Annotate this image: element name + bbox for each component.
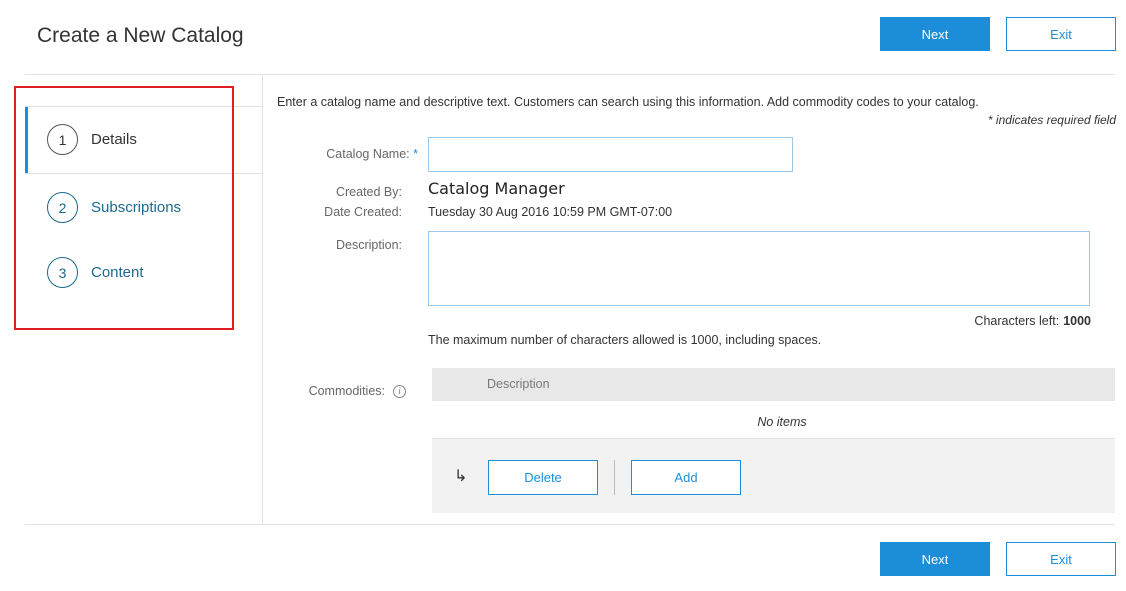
step-details[interactable]: 1 Details	[47, 124, 137, 155]
step-divider-bottom	[25, 173, 262, 174]
footer-divider	[25, 524, 1115, 525]
step-label: Subscriptions	[91, 199, 182, 216]
step-label: Content	[91, 264, 144, 281]
info-icon[interactable]: i	[393, 384, 406, 398]
step-label: Details	[91, 131, 137, 148]
description-label: Description:	[336, 238, 402, 252]
step-number-circle: 3	[47, 257, 78, 288]
commodities-label-text: Commodities:	[308, 384, 385, 398]
characters-left-label: Characters left:	[974, 314, 1060, 328]
description-textarea[interactable]	[428, 231, 1090, 306]
characters-left-count: 1000	[1063, 314, 1091, 328]
table-action-bar: ↳ Delete Add	[432, 439, 1115, 513]
required-field-note: * indicates required field	[987, 113, 1116, 127]
step-subscriptions[interactable]: 2 Subscriptions	[47, 192, 181, 223]
intro-text: Enter a catalog name and descriptive tex…	[277, 95, 979, 109]
commodities-table-header: Description	[432, 368, 1115, 401]
commodities-label: Commodities: i	[309, 384, 406, 398]
max-characters-note: The maximum number of characters allowed…	[428, 333, 822, 347]
step-number-circle: 1	[47, 124, 78, 155]
created-by-label: Created By:	[335, 185, 402, 199]
page-title: Create a New Catalog	[37, 24, 244, 47]
action-separator	[614, 460, 615, 495]
active-step-indicator	[25, 107, 28, 173]
step-number-circle: 2	[47, 192, 78, 223]
header-divider	[25, 74, 1115, 75]
required-star: *	[413, 147, 418, 161]
footer-next-button[interactable]: Next	[880, 542, 990, 576]
step-content[interactable]: 3 Content	[47, 257, 144, 288]
catalog-name-input[interactable]	[428, 137, 793, 172]
sub-arrow-icon: ↳	[454, 468, 468, 485]
empty-table-message: No items	[757, 415, 807, 429]
date-created-label: Date Created:	[324, 205, 402, 219]
sidebar-divider	[262, 74, 263, 524]
footer-exit-button[interactable]: Exit	[1006, 542, 1116, 576]
catalog-name-label-text: Catalog Name:	[326, 147, 410, 161]
catalog-name-label: Catalog Name: *	[326, 147, 418, 161]
delete-button[interactable]: Delete	[488, 460, 598, 495]
add-button[interactable]: Add	[631, 460, 741, 495]
date-created-value: Tuesday 30 Aug 2016 10:59 PM GMT-07:00	[428, 205, 673, 219]
exit-button[interactable]: Exit	[1006, 17, 1116, 51]
next-button[interactable]: Next	[880, 17, 990, 51]
characters-left: Characters left: 1000	[974, 314, 1091, 328]
step-divider-top	[25, 106, 262, 107]
column-header-description[interactable]: Description	[487, 377, 550, 391]
created-by-value: Catalog Manager	[428, 179, 565, 198]
